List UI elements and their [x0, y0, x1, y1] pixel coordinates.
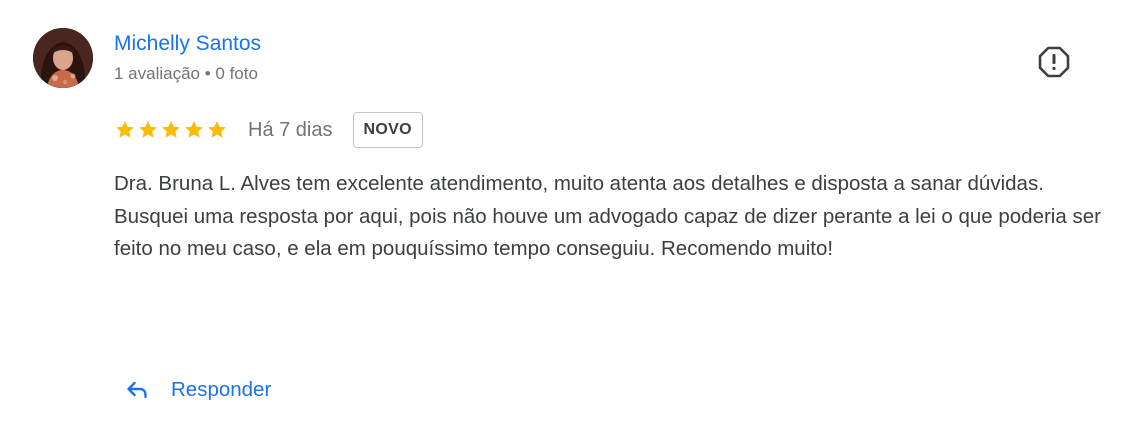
author-meta: 1 avaliação • 0 foto	[114, 64, 258, 83]
review-date: Há 7 dias	[248, 118, 333, 141]
rating-row: Há 7 dias NOVO	[114, 110, 423, 150]
reply-label: Responder	[171, 378, 272, 401]
review-text: Dra. Bruna L. Alves tem excelente atendi…	[114, 168, 1104, 266]
author-avatar[interactable]	[33, 28, 93, 88]
star-icon	[162, 121, 180, 138]
report-icon	[1038, 46, 1070, 78]
new-badge: NOVO	[352, 112, 423, 148]
review-paragraph: Busquei uma resposta por aqui, pois não …	[114, 204, 1101, 261]
star-rating	[114, 119, 228, 141]
reply-arrow-icon	[127, 381, 147, 399]
avatar-photo-icon	[33, 28, 93, 88]
star-icon	[139, 121, 157, 138]
report-button[interactable]	[1036, 44, 1072, 80]
star-icon	[185, 121, 203, 138]
star-icon	[116, 121, 134, 138]
review-paragraph: Dra. Bruna L. Alves tem excelente atendi…	[114, 172, 1044, 195]
reply-button[interactable]: Responder	[124, 370, 271, 410]
author-name-link[interactable]: Michelly Santos	[114, 32, 261, 56]
star-icon	[208, 121, 226, 138]
review-card: Michelly Santos 1 avaliação • 0 foto Há …	[0, 0, 1126, 433]
